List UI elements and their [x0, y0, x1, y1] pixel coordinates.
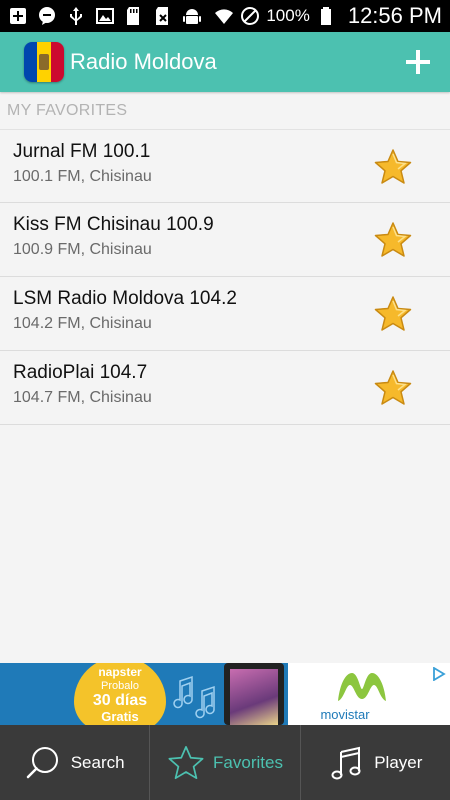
station-list-item[interactable]: LSM Radio Moldova 104.2 104.2 FM, Chisin…: [0, 277, 450, 351]
tab-player[interactable]: Player: [299, 725, 450, 800]
ad-advertiser: movistar: [320, 707, 370, 722]
music-note-icon: [328, 744, 366, 782]
adchoices-icon[interactable]: [432, 667, 446, 681]
station-name: Kiss FM Chisinau 100.9: [13, 214, 214, 235]
station-frequency: 100.9 FM, Chisinau: [13, 241, 152, 258]
bottom-nav: Search Favorites Player: [0, 725, 450, 800]
star-icon[interactable]: [373, 295, 413, 333]
tab-search[interactable]: Search: [0, 725, 149, 800]
ad-line-2: 30 días: [92, 692, 148, 709]
star-icon[interactable]: [373, 221, 413, 259]
ad-brand: napster: [98, 665, 142, 679]
app-title: Radio Moldova: [70, 49, 217, 74]
station-frequency: 104.7 FM, Chisinau: [13, 389, 152, 406]
battery-icon: [316, 6, 336, 26]
tab-player-label: Player: [374, 752, 423, 772]
station-list-item[interactable]: RadioPlai 104.7 104.7 FM, Chisinau: [0, 351, 450, 425]
ad-banner[interactable]: napster Probalo 30 días Gratis movistar: [0, 663, 450, 725]
add-station-button[interactable]: [400, 44, 436, 80]
station-frequency: 100.1 FM, Chisinau: [13, 168, 152, 185]
station-frequency: 104.2 FM, Chisinau: [13, 315, 152, 332]
star-outline-icon: [167, 744, 205, 782]
search-icon: [25, 744, 63, 782]
battery-percent: 100%: [266, 6, 310, 25]
tab-favorites[interactable]: Favorites: [149, 725, 299, 800]
station-list-item[interactable]: Jurnal FM 100.1 100.1 FM, Chisinau: [0, 129, 450, 203]
image-icon: [95, 6, 115, 26]
star-icon[interactable]: [373, 369, 413, 407]
ad-image[interactable]: napster Probalo 30 días Gratis movistar: [0, 663, 400, 725]
add-box-icon: [8, 6, 28, 26]
tab-favorites-label: Favorites: [213, 752, 283, 772]
add-icon: [406, 50, 430, 74]
app-bar: Radio Moldova: [0, 32, 450, 92]
favorites-section-header: MY FAVORITES: [7, 102, 128, 119]
notification-icons: [8, 6, 202, 26]
clock: 12:56 PM: [347, 3, 442, 28]
sd-card-icon: [124, 6, 144, 26]
ad-phone-screen: [230, 669, 278, 725]
station-name: Jurnal FM 100.1: [13, 141, 151, 162]
station-name: LSM Radio Moldova 104.2: [13, 288, 237, 309]
usb-icon: [66, 6, 86, 26]
star-icon[interactable]: [373, 148, 413, 186]
station-name: RadioPlai 104.7: [13, 362, 148, 383]
station-list-item[interactable]: Kiss FM Chisinau 100.9 100.9 FM, Chisina…: [0, 203, 450, 277]
tab-search-label: Search: [70, 752, 125, 772]
blocked-sim-icon: [153, 6, 173, 26]
android-icon: [182, 6, 202, 26]
ad-line-3: Gratis: [101, 709, 139, 724]
ad-line-1: Probalo: [101, 680, 139, 692]
moldova-flag-icon: [24, 42, 64, 82]
chat-bubble-icon: [37, 6, 57, 26]
movistar-logo-icon: [338, 673, 386, 701]
status-bar: 100% 12:56 PM: [0, 0, 450, 32]
favorites-list: Jurnal FM 100.1 100.1 FM, Chisinau Kiss …: [0, 129, 450, 425]
system-icons: 100% 12:56 PM: [214, 3, 442, 29]
music-notes-icon: [173, 675, 215, 719]
do-not-disturb-icon: [240, 6, 260, 26]
wifi-icon: [214, 6, 234, 26]
